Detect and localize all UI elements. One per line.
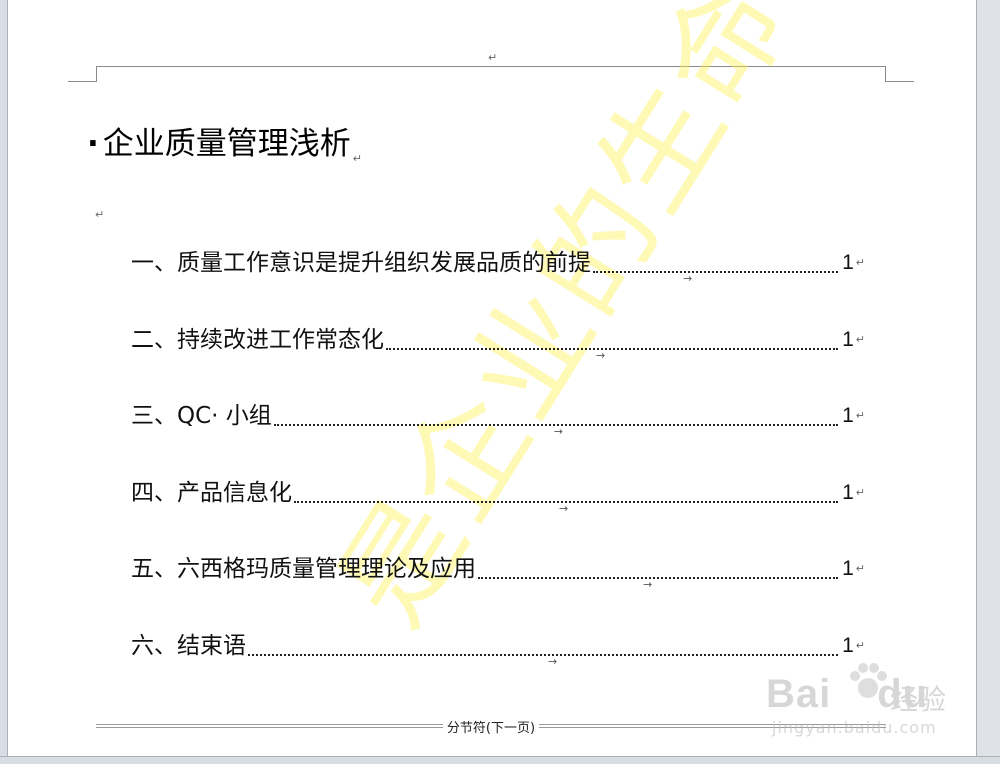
- title-paragraph-mark: ↵: [352, 152, 362, 165]
- toc-entry-text: 一、质量工作意识是提升组织发展品质的前提: [131, 250, 591, 276]
- toc-paragraph-mark: ↵: [855, 256, 865, 269]
- title-text: 企业质量管理浅析: [102, 126, 351, 162]
- tab-arrow-icon: →: [596, 348, 606, 362]
- paw-icon: [850, 663, 887, 698]
- toc-entry[interactable]: 二、持续改进工作常态化 → 1 ↵: [131, 322, 891, 399]
- toc-entry-text: 三、QC· 小组: [131, 403, 272, 429]
- tab-arrow-icon: →: [548, 654, 558, 668]
- empty-paragraph-mark: ↵: [95, 208, 105, 221]
- header-paragraph-mark: ↵: [488, 51, 498, 64]
- header-corner-left: [68, 66, 97, 82]
- toc-leader-dots: →: [248, 653, 839, 668]
- left-window-edge: [0, 0, 8, 763]
- toc-entry-text: 四、产品信息化: [131, 479, 292, 506]
- toc-entry[interactable]: 一、质量工作意识是提升组织发展品质的前提 → 1 ↵: [131, 245, 891, 322]
- table-of-contents: 一、质量工作意识是提升组织发展品质的前提 → 1 ↵ 二、持续改进工作常态化 →…: [131, 245, 891, 704]
- toc-entry[interactable]: 五、六西格玛质量管理理论及应用 → 1 ↵: [131, 551, 891, 628]
- toc-leader-dots: →: [478, 577, 839, 591]
- toc-leader-dots: →: [593, 271, 839, 285]
- tab-arrow-icon: →: [683, 272, 693, 285]
- toc-entry[interactable]: 三、QC· 小组 → 1 ↵: [131, 398, 891, 475]
- toc-paragraph-mark: ↵: [855, 332, 865, 346]
- toc-leader-dots: →: [273, 424, 839, 438]
- toc-entry-text: 二、持续改进工作常态化: [131, 326, 384, 353]
- toc-page-number: 1: [842, 480, 854, 504]
- toc-paragraph-mark: ↵: [855, 562, 865, 575]
- toc-paragraph-mark: ↵: [855, 409, 865, 422]
- header-boundary-line: [96, 66, 885, 67]
- vertical-scrollbar[interactable]: [976, 0, 1000, 763]
- tab-arrow-icon: →: [559, 501, 569, 515]
- tab-arrow-icon: →: [553, 425, 564, 438]
- header-corner-right: [885, 66, 914, 82]
- toc-leader-dots: →: [294, 500, 839, 515]
- toc-page-number: 1: [842, 404, 854, 427]
- brand-subtitle: 经验: [890, 683, 947, 716]
- toc-entry-text: 六、结束语: [131, 632, 246, 659]
- toc-paragraph-mark: ↵: [855, 485, 865, 499]
- tab-arrow-icon: →: [643, 578, 653, 591]
- section-break-line-left: [96, 724, 443, 728]
- toc-page-number: 1: [842, 557, 854, 580]
- toc-leader-dots: →: [386, 347, 839, 362]
- toc-page-number: 1: [842, 251, 854, 274]
- brand-url: jingyan.baidu.com: [772, 718, 937, 737]
- section-break-label: 分节符(下一页): [446, 720, 536, 736]
- title-bullet: ·: [87, 126, 99, 162]
- toc-entry[interactable]: 四、产品信息化 → 1 ↵: [131, 475, 891, 552]
- document-title[interactable]: · 企业质量管理浅析 ↵: [87, 122, 362, 166]
- toc-page-number: 1: [842, 327, 854, 351]
- baidu-jingyan-logo: Bai du 经验 jingyan.baidu.com: [766, 656, 956, 746]
- toc-entry-text: 五、六西格玛质量管理理论及应用: [131, 556, 476, 582]
